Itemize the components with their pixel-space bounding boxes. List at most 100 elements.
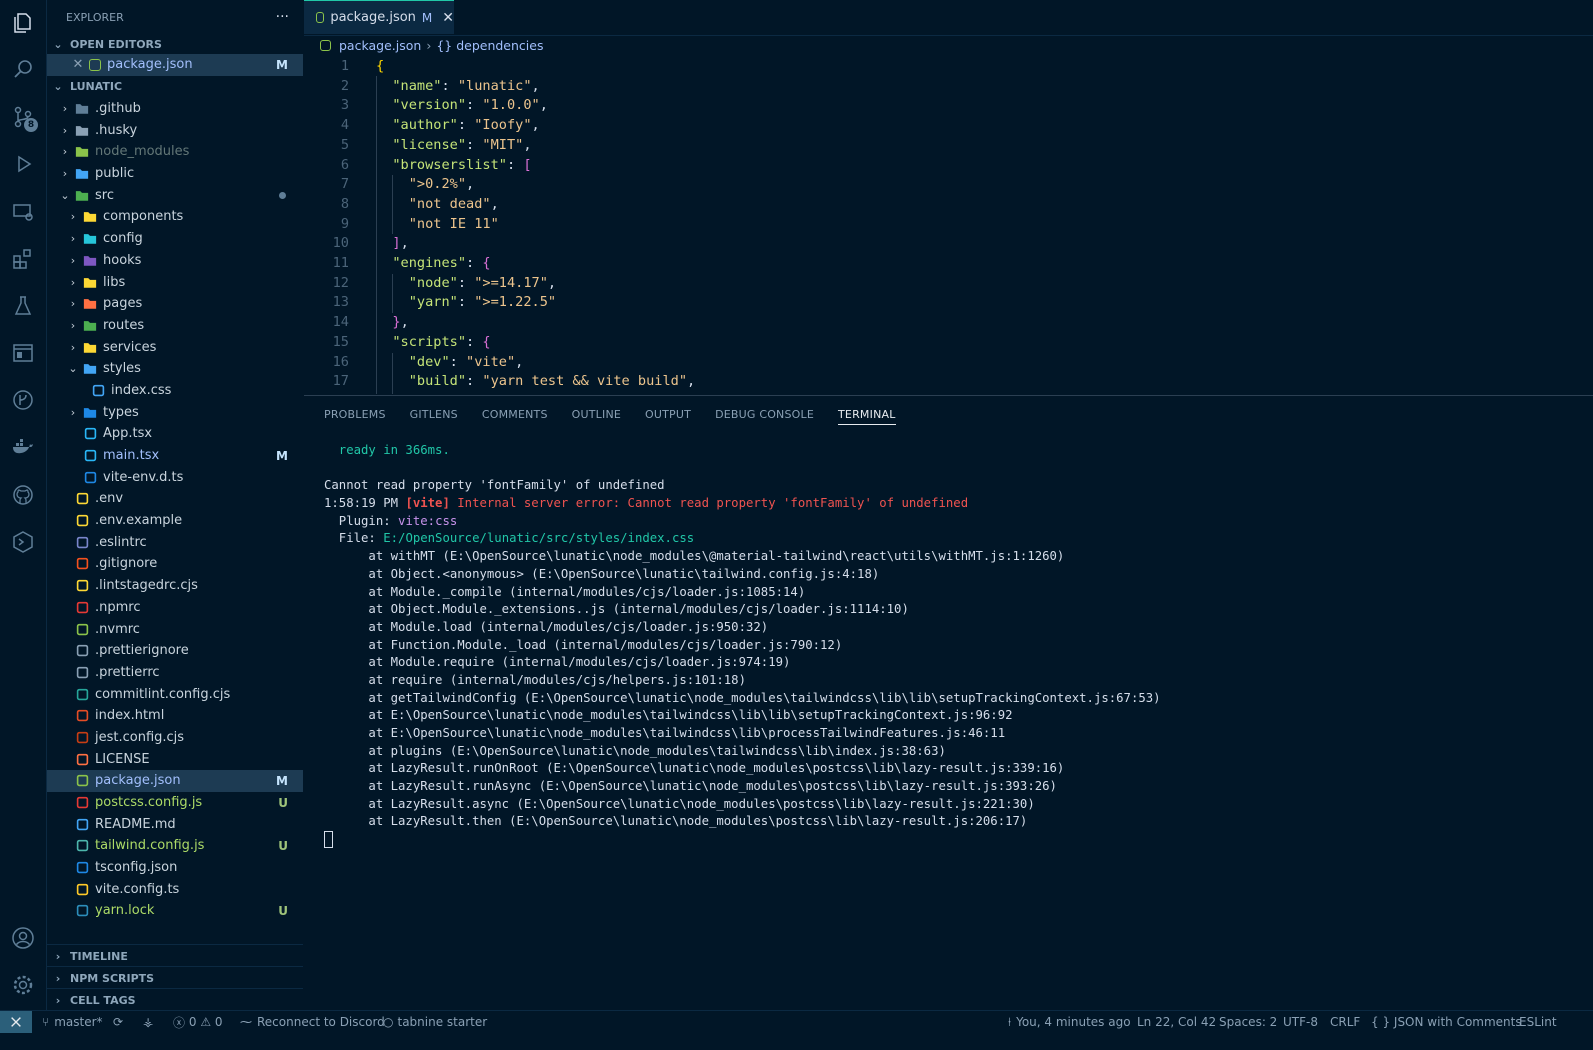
file-path-link[interactable]: E:/OpenSource/lunatic/src/styles/index.c… [383,531,694,545]
remote-explorer-icon[interactable] [0,189,46,235]
explorer-icon[interactable] [0,0,46,46]
sync-icon[interactable]: ⟳ [113,1011,123,1033]
folder-icon [83,340,97,354]
folder-icon [75,145,89,159]
tree-item-label: libs [103,274,126,290]
publish-icon[interactable]: ⚶ [143,1011,153,1033]
tree-item[interactable]: ⌄ styles [47,358,303,380]
tree-item[interactable]: .lintstagedrc.cjs [47,575,303,597]
more-actions-icon[interactable]: ··· [276,9,289,25]
tree-item[interactable]: index.css [47,380,303,402]
discord-status[interactable]: ⁓ Reconnect to Discord [240,1011,385,1033]
tab-debug-console[interactable]: DEBUG CONSOLE [715,396,814,432]
npm-scripts-section[interactable]: › NPM SCRIPTS [47,966,303,989]
chevron-right-icon: › [55,949,61,963]
breadcrumb-file[interactable]: package.json [339,38,421,53]
account-icon[interactable] [0,915,46,961]
problems-indicator[interactable]: ⓧ 0 ⚠ 0 [173,1011,223,1033]
tree-item[interactable]: › components [47,206,303,228]
tree-item[interactable]: tailwind.config.js U [47,835,303,857]
tree-item[interactable]: › types [47,401,303,423]
stack-line: at getTailwindConfig (E:\OpenSource\luna… [324,690,1161,705]
tree-item[interactable]: LICENSE [47,748,303,770]
tree-item[interactable]: › .husky [47,119,303,141]
source-control-icon[interactable]: 8 [0,94,46,140]
tree-item[interactable]: ⌄ src [47,184,303,206]
tree-item[interactable]: › hooks [47,250,303,272]
tree-item[interactable]: › node_modules [47,141,303,163]
tab-gitlens[interactable]: GITLENS [410,396,458,432]
tree-item[interactable]: index.html [47,705,303,727]
nodejs-file-icon [89,58,101,71]
tree-item[interactable]: tsconfig.json [47,857,303,879]
tree-item[interactable]: .npmrc [47,597,303,619]
indentation[interactable]: Spaces: 2 [1219,1011,1277,1033]
tree-item[interactable]: App.tsx [47,423,303,445]
tab-close-icon[interactable]: ✕ [442,10,454,26]
testing-icon[interactable] [0,283,46,329]
remote-containers-icon[interactable] [0,519,46,565]
breadcrumb-symbol[interactable]: {} dependencies [436,38,543,53]
settings-gear-icon[interactable] [0,962,46,1008]
tree-item[interactable]: .nvmrc [47,618,303,640]
tree-item-label: public [95,166,135,182]
tree-item[interactable]: commitlint.config.cjs [47,683,303,705]
tree-item[interactable]: .env [47,488,303,510]
language-mode[interactable]: { } JSON with Comments [1371,1011,1522,1033]
tree-item[interactable]: › public [47,163,303,185]
git-blame[interactable]: ⍿ You, 4 minutes ago [1008,1011,1131,1033]
tree-item[interactable]: vite.config.ts [47,878,303,900]
line-ending[interactable]: CRLF [1330,1011,1360,1033]
extensions-icon[interactable] [0,236,46,282]
timeline-section[interactable]: › TIMELINE [47,944,303,967]
tree-item[interactable]: vite-env.d.ts [47,466,303,488]
tab-outline[interactable]: OUTLINE [572,396,621,432]
tab-package-json[interactable]: package.json M ✕ [304,0,454,34]
encoding[interactable]: UTF-8 [1283,1011,1318,1033]
tree-item[interactable]: yarn.lock U [47,900,303,922]
tree-item[interactable]: main.tsx M [47,445,303,467]
tree-item[interactable]: README.md [47,813,303,835]
tree-item[interactable]: › pages [47,293,303,315]
tab-terminal[interactable]: TERMINAL [838,396,896,432]
tree-item[interactable]: › routes [47,315,303,337]
open-editors-header[interactable]: ⌄ OPEN EDITORS [47,34,303,54]
tree-item[interactable]: .gitignore [47,553,303,575]
tab-problems[interactable]: PROBLEMS [324,396,386,432]
folder-icon [83,232,97,246]
tree-item[interactable]: › .github [47,98,303,120]
eslint-status[interactable]: ESLint [1519,1011,1557,1033]
tree-item[interactable]: postcss.config.js U [47,792,303,814]
close-icon[interactable]: ✕ [71,57,85,72]
browser-preview-icon[interactable] [0,330,46,376]
gitlens-icon[interactable] [0,377,46,423]
branch-indicator[interactable]: ⑂ master* [42,1011,103,1033]
run-debug-icon[interactable] [0,141,46,187]
tree-item[interactable]: jest.config.cjs [47,727,303,749]
tab-output[interactable]: OUTPUT [645,396,691,432]
tab-comments[interactable]: COMMENTS [482,396,548,432]
project-header[interactable]: ⌄ LUNATIC [47,76,303,98]
tabnine-status[interactable]: ○ tabnine starter [383,1011,487,1033]
docker-icon[interactable] [0,424,46,470]
terminal-output[interactable]: ready in 366ms. Cannot read property 'fo… [324,442,1161,849]
nodejs-file-icon [316,12,325,23]
tree-item[interactable]: › services [47,336,303,358]
activity-bar: 8 [0,0,47,1010]
code-editor[interactable]: 1{ 2 "name": "lunatic", 3 "version": "1.… [304,56,1593,394]
tree-item[interactable]: package.json M [47,770,303,792]
open-editor-item[interactable]: ✕ package.json M [47,54,303,76]
line-number: 16 [332,353,349,370]
tree-item[interactable]: .prettierignore [47,640,303,662]
github-icon[interactable] [0,472,46,518]
remote-indicator-icon[interactable] [0,1011,32,1033]
tree-item[interactable]: › libs [47,271,303,293]
tree-item[interactable]: .env.example [47,510,303,532]
cursor-position[interactable]: Ln 22, Col 42 [1137,1011,1216,1033]
tree-item[interactable]: .prettierrc [47,662,303,684]
tree-item[interactable]: .eslintrc [47,531,303,553]
git-status-badge: M [276,773,288,788]
cell-tags-section[interactable]: › CELL TAGS [47,988,303,1011]
tree-item[interactable]: › config [47,228,303,250]
search-icon[interactable] [0,46,46,92]
